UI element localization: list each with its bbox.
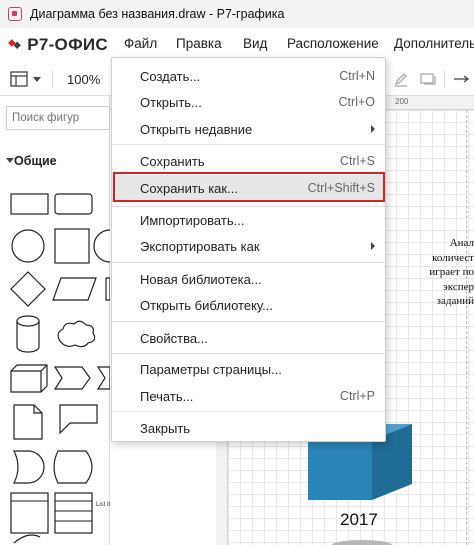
shape-square xyxy=(54,228,90,264)
shape-rectangle xyxy=(10,193,49,215)
shapes-sidebar: Общие xyxy=(0,96,110,545)
logo: Р7-ОФИС xyxy=(8,35,108,55)
shape-delay xyxy=(13,450,45,484)
text-line: Анал xyxy=(449,237,474,249)
menu-separator xyxy=(112,353,385,354)
shape-step xyxy=(53,366,91,390)
chevron-down-icon[interactable] xyxy=(6,158,14,163)
menu-edit[interactable]: Правка xyxy=(176,36,222,51)
zoom-level[interactable]: 100% xyxy=(67,72,100,87)
window-title: Диаграмма без названия.draw - Р7-графика xyxy=(30,7,285,21)
year-label[interactable]: 2017 xyxy=(340,510,378,530)
menu-item-new[interactable]: Создать... Ctrl+N xyxy=(112,64,385,88)
shape-display xyxy=(53,450,93,484)
app-icon xyxy=(8,7,22,21)
file-menu-dropdown: Создать... Ctrl+N Открыть... Ctrl+O Откр… xyxy=(111,57,386,442)
title-bar: Диаграмма без названия.draw - Р7-графика xyxy=(0,0,474,28)
menu-item-new-library[interactable]: Новая библиотека... xyxy=(112,267,385,291)
shape-curve xyxy=(13,534,41,544)
shape-diamond xyxy=(10,271,46,307)
highlight-box xyxy=(113,172,385,202)
shape-library xyxy=(10,193,110,544)
menu-item-save[interactable]: Сохранить Ctrl+S xyxy=(112,149,385,173)
menu-item-export-as[interactable]: Экспортировать как xyxy=(112,234,385,258)
menu-separator xyxy=(112,206,385,207)
shape-callout xyxy=(59,404,98,435)
menu-item-open-library[interactable]: Открыть библиотеку... xyxy=(112,293,385,317)
text-line: количест xyxy=(432,251,474,264)
page-text-block[interactable]: Анал количест играет по экспер заданий xyxy=(400,236,474,309)
arrow-right-icon[interactable] xyxy=(453,74,471,84)
shape-container xyxy=(10,492,49,534)
chevron-right-icon xyxy=(371,242,375,250)
menu-item-properties[interactable]: Свойства... xyxy=(112,326,385,350)
ruler-mark: 200 xyxy=(395,97,409,106)
shape-rounded-rectangle xyxy=(54,193,93,215)
panels-icon[interactable] xyxy=(10,71,28,87)
menu-extras[interactable]: Дополнительно xyxy=(394,36,474,51)
shortcut: Ctrl+P xyxy=(339,389,375,403)
shape-list xyxy=(54,492,93,534)
shortcut: Ctrl+O xyxy=(338,95,375,109)
chevron-down-icon[interactable] xyxy=(33,77,41,82)
search-input[interactable] xyxy=(6,106,110,130)
group-title[interactable]: Общие xyxy=(14,154,57,168)
menu-item-open[interactable]: Открыть... Ctrl+O xyxy=(112,90,385,114)
text-line: заданий xyxy=(436,295,474,307)
menu-file[interactable]: Файл xyxy=(124,36,157,51)
shortcut: Ctrl+N xyxy=(339,69,375,83)
menu-item-page-setup[interactable]: Параметры страницы... xyxy=(112,357,385,381)
text-line: экспер xyxy=(443,280,474,293)
logo-text: Р7-ОФИС xyxy=(27,35,108,54)
menu-item-close[interactable]: Закрыть xyxy=(112,416,385,440)
chevron-right-icon xyxy=(371,125,375,133)
menu-separator xyxy=(112,144,385,145)
shape-note xyxy=(13,404,43,440)
menu-item-open-recent[interactable]: Открыть недавние xyxy=(112,117,385,141)
menu-separator xyxy=(112,262,385,263)
shape-circle xyxy=(93,229,110,263)
menu-item-import[interactable]: Импортировать... xyxy=(112,208,385,232)
menu-arrange[interactable]: Расположение xyxy=(287,36,379,51)
pencil-icon[interactable] xyxy=(393,71,409,87)
shape-ellipse xyxy=(11,229,45,263)
toolbar-divider xyxy=(52,70,53,88)
menu-item-print[interactable]: Печать... Ctrl+P xyxy=(112,384,385,408)
text-line: играет по xyxy=(429,266,474,278)
page-border xyxy=(466,110,474,545)
menu-view[interactable]: Вид xyxy=(243,36,267,51)
shadow-icon[interactable] xyxy=(420,72,436,86)
logo-icon xyxy=(8,39,21,50)
shape-parallelogram xyxy=(52,277,97,301)
shortcut: Ctrl+S xyxy=(339,154,375,168)
shape-cloud xyxy=(57,320,96,348)
cube-shape-partial xyxy=(332,540,392,545)
toolbar-divider xyxy=(444,70,445,88)
menu-separator xyxy=(112,411,385,412)
menu-separator xyxy=(112,321,385,322)
